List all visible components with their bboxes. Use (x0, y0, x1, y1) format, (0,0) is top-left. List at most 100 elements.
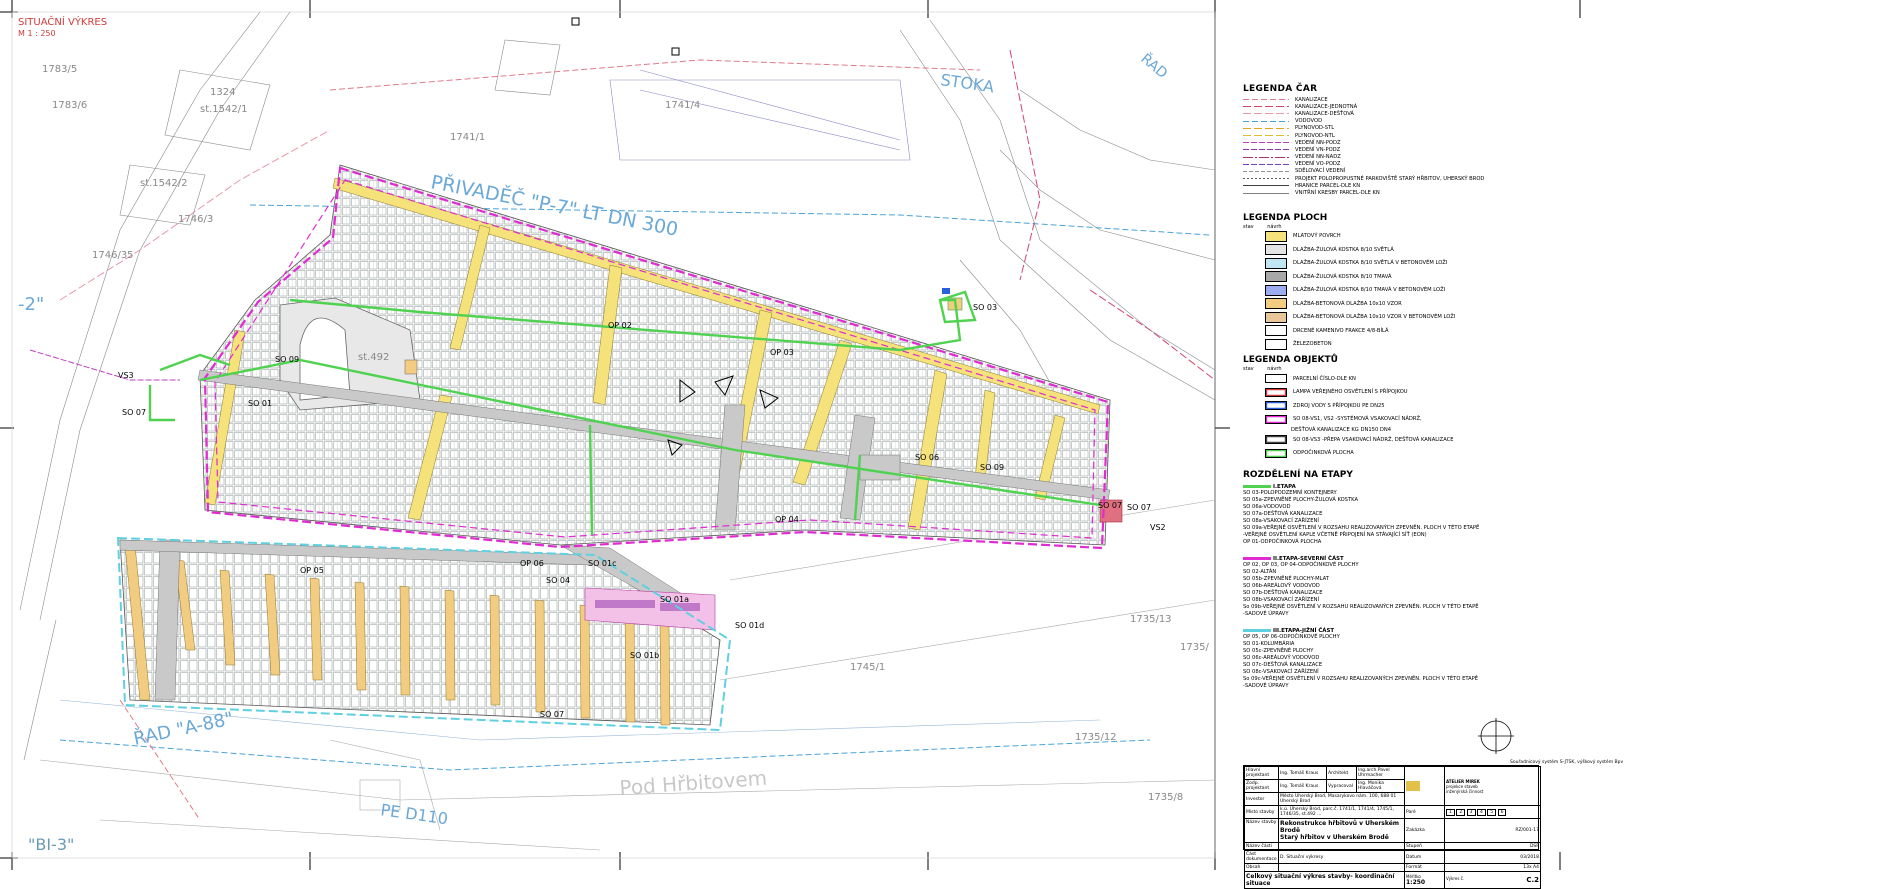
legend-line-row: KANALIZACE (1243, 96, 1663, 103)
stages-title: ROZDĚLENÍ NA ETAPY (1243, 470, 1353, 481)
firm-logo (1406, 781, 1420, 791)
legend-line-label: SDĚLOVACÍ VEDENÍ (1295, 168, 1346, 175)
legend-line-label: VEDENÍ NN-PODZ (1295, 139, 1341, 146)
svg-text:st.492: st.492 (358, 352, 389, 363)
legend-area-swatch (1265, 311, 1287, 323)
legend-object-row: ZDROJ VODY S PŘÍPOJKOU PE DN25 (1243, 399, 1663, 413)
coord-note: Souřadnicový systém S-JTSK, výškový syst… (1510, 758, 1623, 765)
legend-area-row: DLAŽBA-BETONOVÁ DLAŽBA 10x10 VZOR V BETO… (1243, 311, 1663, 325)
legend-area-label: MLATOVÝ POVRCH (1293, 233, 1341, 240)
legend-lines-title: LEGENDA ČAR (1243, 84, 1318, 94)
drawing-scale: M 1 : 250 (18, 29, 56, 38)
label-so07b: SO 07 (1098, 501, 1122, 510)
legend-line-row: VODOVOD (1243, 118, 1663, 125)
svg-text:1745/1: 1745/1 (850, 662, 885, 673)
legend-line-row: HRANICE PARCEL-DLE KN (1243, 182, 1663, 189)
label-so04: SO 04 (546, 576, 570, 585)
legend-lines-list: KANALIZACE KANALIZACE-JEDNOTNÁ KANALIZACE-… (1243, 96, 1663, 197)
label-vs3: VS3 (118, 371, 134, 380)
stage-line: OP 02, OP 03, OP 04-ODPOČINKOVÉ PLOCHY (1243, 562, 1359, 569)
pare-boxes: 1 2 3 4 5 6 (1444, 805, 1541, 819)
svg-text:1735/8: 1735/8 (1148, 792, 1183, 803)
svg-text:1735/13: 1735/13 (1130, 614, 1172, 625)
stage-line: -SADOVÉ ÚPRAVY (1243, 611, 1289, 618)
legend-area-label: DLAŽBA-ŽULOVÁ KOSTKA 8/10 SVĚTLÁ V BETON… (1293, 260, 1448, 267)
label-so07d: SO 07 (540, 710, 564, 719)
legend-object-swatch (1265, 401, 1287, 411)
legend-area-label: DLAŽBA-ŽULOVÁ KOSTKA 8/10 SVĚTLÁ (1293, 246, 1394, 253)
legend-area-label: DLAŽBA-BETONOVÁ DLAŽBA 10x10 VZOR V BETO… (1293, 314, 1456, 321)
stages-list: I.ETAPA SO 03-POLOPODZEMNÍ KONTEJNERY SO 0… (1243, 483, 1663, 690)
svg-text:1735/: 1735/ (1180, 642, 1209, 653)
legend-line-label: KANALIZACE-DEŠŤOVÁ (1295, 110, 1354, 117)
legend-panel: LEGENDA ČAR KANALIZACE KANALIZACE-JEDNOTN… (1243, 84, 1663, 690)
project-name-2: Starý hřbitov v Uherském Brodě (1280, 834, 1389, 841)
legend-area-swatch (1265, 298, 1287, 310)
legend-object-swatch (1265, 374, 1287, 384)
legend-line-label: PROJEKT POLOPROPUSTNÉ PARKOVIŠTĚ STARÝ H… (1295, 175, 1485, 182)
label-op05: OP 05 (300, 566, 324, 575)
svg-text:st.1542/2: st.1542/2 (140, 178, 188, 189)
label-so09b: SO 09 (980, 463, 1004, 472)
label-so01b: SO 01b (630, 651, 659, 660)
legend-line-label: PLYNOVOD-STL (1295, 125, 1335, 132)
legend-area-label: DLAŽBA-ŽULOVÁ KOSTKA 8/10 TMAVÁ V BETONO… (1293, 287, 1446, 294)
legend-line-swatch (1243, 99, 1289, 101)
legend-line-row: KANALIZACE-JEDNOTNÁ (1243, 103, 1663, 110)
legend-line-label: KANALIZACE (1295, 96, 1328, 103)
legend-objects-title: LEGENDA OBJEKTŮ (1243, 355, 1338, 366)
drawing-number: C.2 (1526, 876, 1539, 884)
pe-label: PE D110 (379, 800, 449, 828)
svg-text:1746/35: 1746/35 (92, 250, 134, 261)
legend-area-row: DLAŽBA-ŽULOVÁ KOSTKA 8/10 TMAVÁ V BETONO… (1243, 284, 1663, 298)
legend-area-row: DRCENÉ KAMENIVO FRAKCE 4/8-BÍLÁ (1243, 324, 1663, 338)
legend-line-row: PROJEKT POLOPROPUSTNÉ PARKOVIŠTĚ STARÝ H… (1243, 175, 1663, 182)
legend-area-label: ŽELEZOBETON (1293, 341, 1332, 348)
stage-name: II.ETAPA-SEVERNÍ ČÁST (1273, 555, 1344, 562)
legend-object-row: SO 08-VS1, VS2 -SYSTÉMOVÁ VSAKOVACÍ NÁDR… (1243, 413, 1663, 427)
legend-line-swatch (1243, 127, 1289, 129)
legend-area-row: DLAŽBA-ŽULOVÁ KOSTKA 8/10 SVĚTLÁ (1243, 243, 1663, 257)
drawing-title: SITUAČNÍ VÝKRES (18, 15, 107, 28)
svg-text:1324: 1324 (210, 87, 235, 98)
label-op06: OP 06 (520, 559, 544, 568)
legend-areas-list: MLATOVÝ POVRCH DLAŽBA-ŽULOVÁ KOSTKA 8/10 … (1243, 230, 1663, 352)
legend-line-label: VEDENÍ VO-PODZ (1295, 161, 1341, 168)
stage-line: -SADOVÉ ÚPRAVY (1243, 683, 1289, 690)
legend-area-label: DLAŽBA-ŽULOVÁ KOSTKA 8/10 TMAVÁ (1293, 273, 1392, 280)
legend-line-swatch (1243, 156, 1289, 158)
legend-line-row: VEDENÍ NN-PODZ (1243, 139, 1663, 146)
drawing-content: Celkový situační výkres stavby- koordina… (1244, 871, 1405, 889)
stage-color-bar (1243, 557, 1271, 561)
title-block-table: Hlavní projektant Ing. Tomáš Kraus Archi… (1244, 766, 1541, 889)
label-so01a: SO 01a (660, 595, 689, 604)
legend-line-swatch (1243, 185, 1289, 187)
legend-line-swatch (1243, 178, 1289, 180)
legend-areas-title: LEGENDA PLOCH (1243, 212, 1328, 223)
legend-line-swatch (1243, 192, 1289, 194)
legend-object-swatch (1265, 414, 1287, 424)
stage-color-bar (1243, 485, 1271, 489)
legend-area-label: DLAŽBA-BETONOVÁ DLAŽBA 10x10 VZOR (1293, 300, 1402, 307)
svg-text:st.1542/1: st.1542/1 (200, 104, 248, 115)
legend-object-swatch (1265, 435, 1287, 445)
stage-line: So 09c-VEŘEJNÉ OSVĚTLENÍ V ROZSAHU REALI… (1243, 676, 1479, 683)
legend-line-row: KANALIZACE-DEŠŤOVÁ (1243, 110, 1663, 117)
legend-line-label: VEDENÍ NN-NADZ (1295, 154, 1341, 161)
legend-line-label: HRANICE PARCEL-DLE KN (1295, 182, 1361, 189)
svg-text:1783/5: 1783/5 (42, 64, 77, 75)
legend-object-row: DEŠŤOVÁ KANALIZACE KG DN150 DN4 (1243, 426, 1663, 433)
legend-area-row: MLATOVÝ POVRCH (1243, 230, 1663, 244)
legend-line-swatch (1243, 149, 1289, 151)
legend-line-swatch (1243, 106, 1289, 108)
legend-line-swatch (1243, 142, 1289, 144)
label-so07c: SO 07 (1127, 503, 1151, 512)
legend-line-row: PLYNOVOD-NTL (1243, 132, 1663, 139)
legend-object-label: SO 08-VS3 -PŘEPA VSAKOVACÍ NÁDRŽ, DEŠŤOV… (1293, 436, 1454, 443)
stoka-label: STOKA (939, 70, 995, 96)
legend-area-row: DLAŽBA-ŽULOVÁ KOSTKA 8/10 SVĚTLÁ V BETON… (1243, 257, 1663, 271)
legend-line-swatch (1243, 163, 1289, 165)
legend-area-swatch (1265, 230, 1287, 242)
legend-line-label: VEDENÍ VN-PODZ (1295, 146, 1341, 153)
legend-object-label: ZDROJ VODY S PŘÍPOJKOU PE DN25 (1293, 402, 1385, 409)
